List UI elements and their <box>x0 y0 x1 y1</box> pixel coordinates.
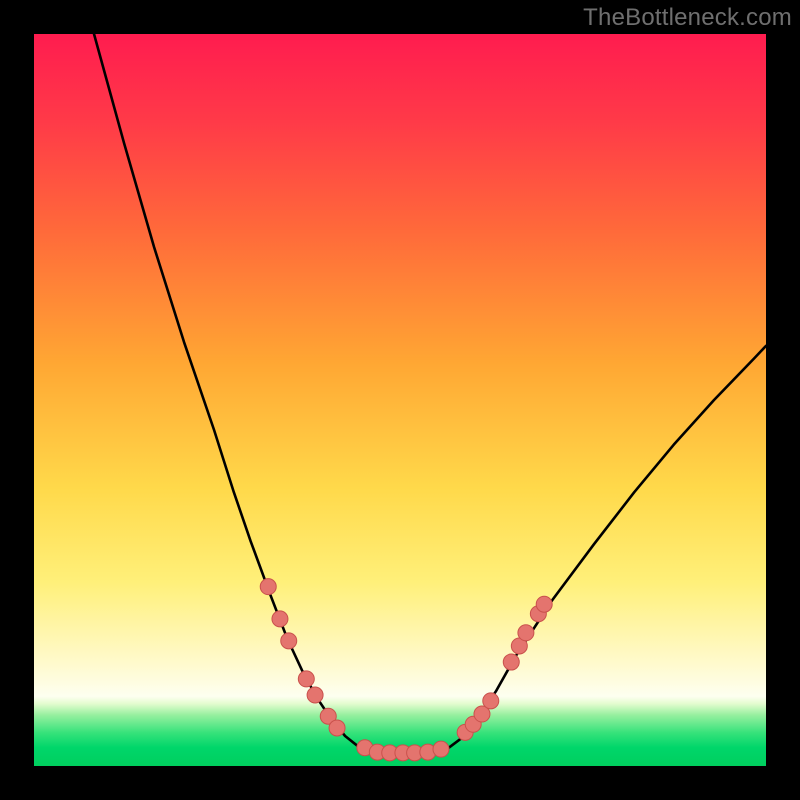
data-marker <box>281 633 297 649</box>
data-marker <box>433 741 449 757</box>
data-marker <box>272 611 288 627</box>
data-marker <box>307 687 323 703</box>
chart-svg <box>34 34 766 766</box>
watermark-text: TheBottleneck.com <box>583 4 792 32</box>
data-marker <box>518 625 534 641</box>
outer-frame: TheBottleneck.com <box>0 0 800 800</box>
data-marker <box>260 579 276 595</box>
data-marker <box>298 671 314 687</box>
marker-layer <box>260 579 552 761</box>
data-marker <box>536 596 552 612</box>
curve-layer <box>94 34 766 755</box>
data-marker <box>329 720 345 736</box>
bottleneck-curve <box>94 34 766 755</box>
plot-area <box>34 34 766 766</box>
data-marker <box>483 693 499 709</box>
data-marker <box>503 654 519 670</box>
